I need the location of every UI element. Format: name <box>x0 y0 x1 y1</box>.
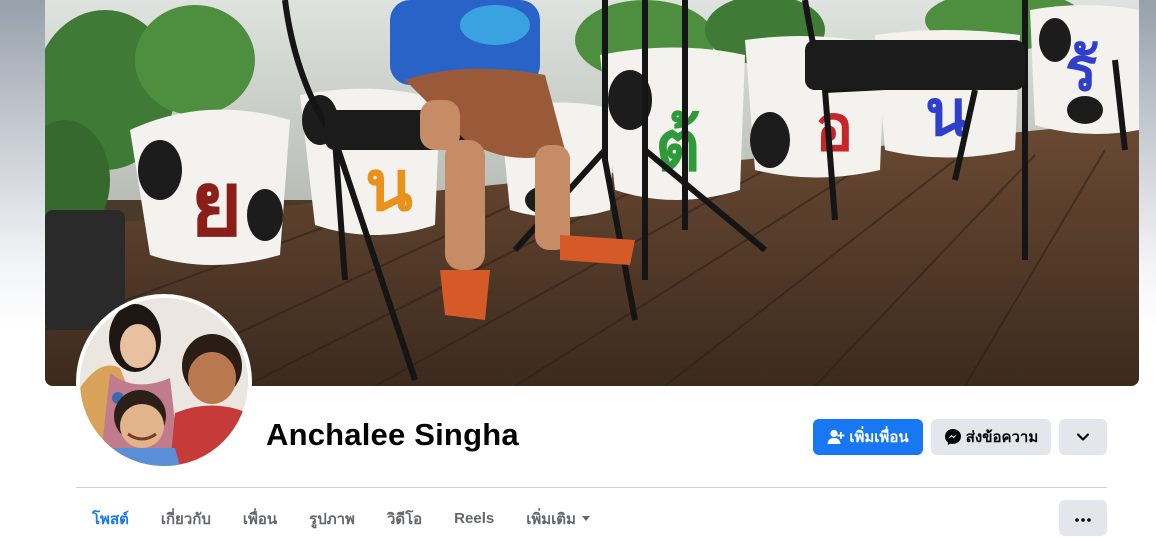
tab-reels[interactable]: Reels <box>438 501 510 537</box>
messenger-icon <box>944 428 962 446</box>
chevron-down-icon <box>1076 429 1090 446</box>
send-message-button[interactable]: ส่งข้อความ <box>931 419 1051 455</box>
ellipsis-icon <box>1075 509 1091 527</box>
tab-about-label: เกี่ยวกับ <box>160 510 211 528</box>
tab-friends-label: เพื่อน <box>242 510 278 528</box>
tab-photos[interactable]: รูปภาพ <box>293 501 371 537</box>
caret-down-icon <box>581 516 590 521</box>
avatar[interactable] <box>80 298 248 466</box>
tab-more-label: เพิ่มเติม <box>526 510 576 528</box>
add-friend-icon <box>827 428 845 446</box>
tab-about[interactable]: เกี่ยวกับ <box>145 501 227 537</box>
profile-divider <box>76 487 1107 488</box>
profile-name: Anchalee Singha <box>266 417 519 452</box>
tab-more[interactable]: เพิ่มเติม <box>510 501 606 537</box>
tab-photos-label: รูปภาพ <box>309 510 355 528</box>
profile-picture[interactable] <box>76 294 252 470</box>
profile-page: ย น ต้ อ น รั Anchalee Singha เพิ่มเพื่อ… <box>0 0 1156 537</box>
svg-text:ย: ย <box>190 152 243 257</box>
add-friend-button[interactable]: เพิ่มเพื่อน <box>813 419 923 455</box>
add-friend-label: เพิ่มเพื่อน <box>849 429 909 446</box>
tab-posts[interactable]: โพสต์ <box>76 501 145 537</box>
tab-reels-label: Reels <box>454 510 495 527</box>
more-options-button[interactable] <box>1059 500 1107 536</box>
send-message-label: ส่งข้อความ <box>965 429 1039 446</box>
svg-text:รั: รั <box>1065 35 1098 105</box>
tab-videos-label: วิดีโอ <box>386 510 423 528</box>
profile-tabs: โพสต์ เกี่ยวกับ เพื่อน รูปภาพ วิดีโอ Ree… <box>76 500 606 537</box>
tab-posts-label: โพสต์ <box>92 510 129 528</box>
tab-videos[interactable]: วิดีโอ <box>371 501 438 537</box>
profile-options-dropdown[interactable] <box>1059 419 1107 455</box>
svg-text:น: น <box>365 145 413 227</box>
svg-text:อ: อ <box>815 92 853 166</box>
tab-friends[interactable]: เพื่อน <box>227 501 293 537</box>
